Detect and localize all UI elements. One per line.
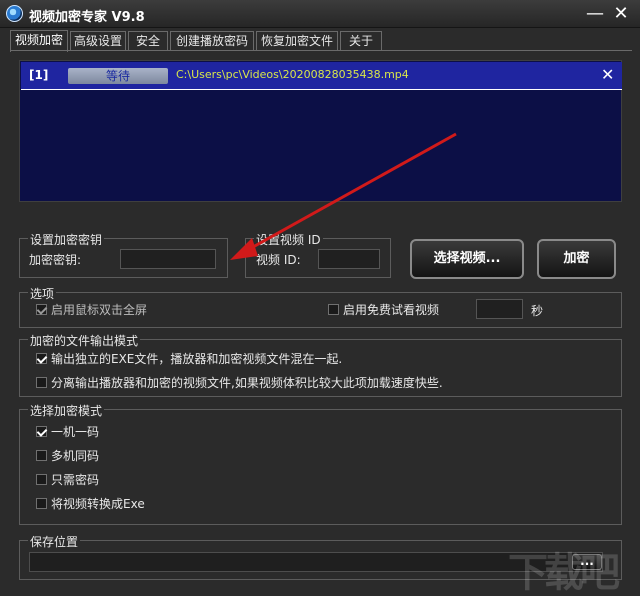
video-id-input[interactable] bbox=[318, 249, 380, 269]
tab-about[interactable]: 关于 bbox=[340, 31, 382, 51]
key-group-title: 设置加密密钥 bbox=[28, 231, 105, 248]
checkbox-icon bbox=[36, 450, 47, 461]
encrypt-mode-title: 选择加密模式 bbox=[28, 402, 105, 419]
app-logo-icon bbox=[6, 5, 23, 22]
checkbox-checked-icon bbox=[36, 353, 47, 364]
trial-seconds-input[interactable] bbox=[476, 299, 523, 319]
tab-advanced[interactable]: 高级设置 bbox=[70, 31, 126, 51]
watermark-logo: 下载吧 bbox=[508, 550, 620, 596]
checkbox-icon bbox=[36, 377, 47, 388]
checkbox-icon bbox=[36, 498, 47, 509]
select-video-button[interactable]: 选择视频... bbox=[410, 239, 524, 279]
tab-video-encrypt[interactable]: 视频加密 bbox=[10, 30, 68, 52]
mode-convert-exe-checkbox[interactable]: 将视频转换成Exe bbox=[36, 496, 145, 512]
checkbox-icon bbox=[328, 304, 339, 315]
tab-recover-encrypted[interactable]: 恢复加密文件 bbox=[256, 31, 338, 51]
tab-security[interactable]: 安全 bbox=[128, 31, 168, 51]
mode-multi-machine-checkbox[interactable]: 多机同码 bbox=[36, 448, 99, 464]
output-mode-title: 加密的文件输出模式 bbox=[28, 332, 141, 349]
save-title: 保存位置 bbox=[28, 533, 81, 550]
id-label: 视频 ID: bbox=[256, 253, 301, 267]
key-label: 加密密钥: bbox=[29, 253, 82, 267]
checkbox-icon bbox=[36, 474, 47, 485]
mode-one-machine-checkbox[interactable]: 一机一码 bbox=[36, 424, 99, 440]
trial-checkbox[interactable]: 启用免费试看视频 bbox=[328, 302, 439, 318]
output-exe-checkbox[interactable]: 输出独立的EXE文件，播放器和加密视频文件混在一起. bbox=[36, 351, 342, 367]
row-index: [1] bbox=[29, 68, 49, 82]
tab-divider bbox=[10, 50, 632, 51]
window-title: 视频加密专家 V9.8 bbox=[29, 10, 145, 25]
mode-password-only-checkbox[interactable]: 只需密码 bbox=[36, 472, 99, 488]
checkbox-checked-icon bbox=[36, 304, 47, 315]
tab-create-play-password[interactable]: 创建播放密码 bbox=[170, 31, 254, 51]
video-list[interactable]: [1] 等待 C:\Users\pc\Videos\20200828035438… bbox=[19, 60, 622, 202]
checkbox-checked-icon bbox=[36, 426, 47, 437]
options-title: 选项 bbox=[28, 285, 57, 302]
file-path: C:\Users\pc\Videos\20200828035438.mp4 bbox=[176, 68, 409, 81]
key-input[interactable] bbox=[120, 249, 216, 269]
id-group-title: 设置视频 ID bbox=[254, 231, 323, 248]
list-item[interactable]: [1] 等待 C:\Users\pc\Videos\20200828035438… bbox=[21, 62, 622, 90]
status-badge: 等待 bbox=[68, 68, 168, 84]
output-separate-checkbox[interactable]: 分离输出播放器和加密的视频文件,如果视频体积比较大此项加载速度快些. bbox=[36, 375, 443, 391]
close-window-button[interactable]: ✕ bbox=[610, 3, 632, 25]
remove-item-icon[interactable]: ✕ bbox=[601, 65, 614, 84]
seconds-unit: 秒 bbox=[531, 304, 544, 318]
fullscreen-checkbox[interactable]: 启用鼠标双击全屏 bbox=[36, 302, 147, 318]
minimize-button[interactable]: — bbox=[584, 3, 606, 25]
encrypt-button[interactable]: 加密 bbox=[537, 239, 616, 279]
title-bar: 视频加密专家 V9.8 — ✕ bbox=[0, 0, 640, 28]
